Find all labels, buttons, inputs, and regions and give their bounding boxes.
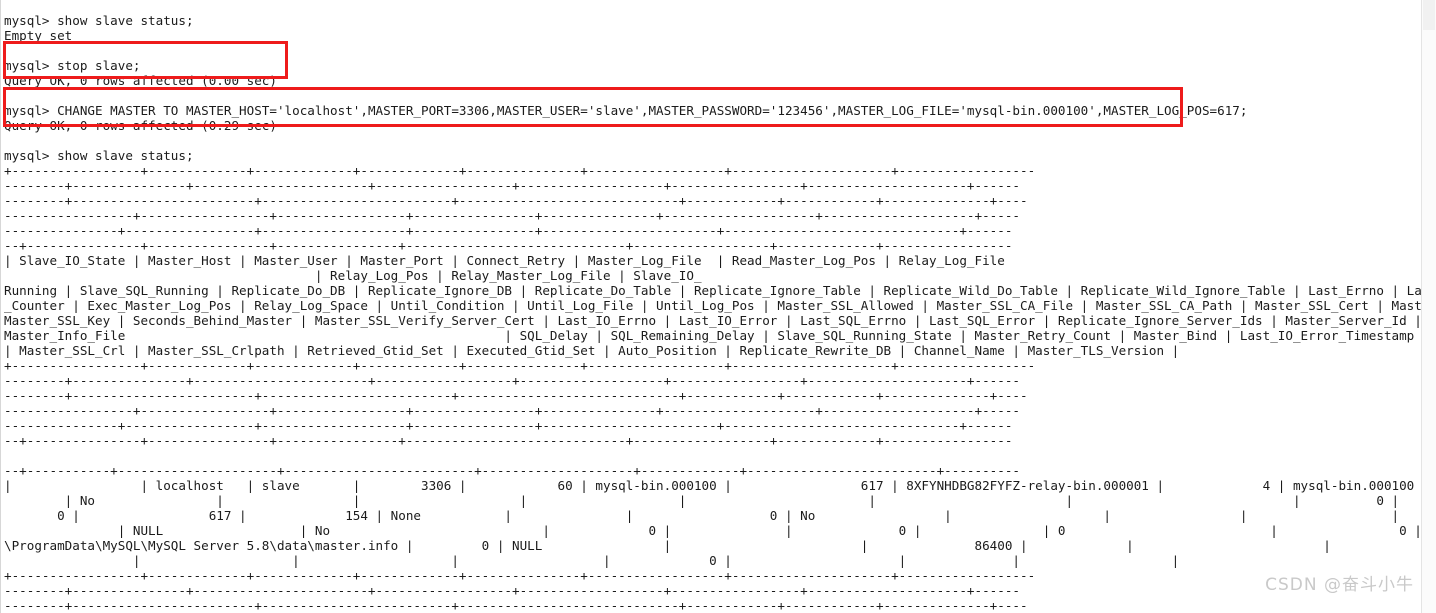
console-line: ---------------+-----------------+------… (4, 417, 1013, 433)
console-line: | NULL | No | 0 | | 0 | | 0 | 0 | | (4, 522, 1436, 538)
console-line: 0 | 617 | 154 | None | | 0 | No | | | | (4, 507, 1400, 523)
console-line: Master_Info_File | SQL_Delay | SQL_Remai… (4, 327, 1429, 343)
console-line: +-----------------+-------------+-------… (4, 357, 1036, 373)
console-line: --------+------------------------+------… (4, 597, 1028, 613)
page-left-rule (0, 0, 1, 613)
console-line: | Master_SSL_Crl | Master_SSL_Crlpath | … (4, 342, 1180, 358)
console-line: Master_SSL_Key | Seconds_Behind_Master |… (4, 312, 1436, 328)
console-line: mysql> stop slave; (4, 57, 141, 73)
console-line: +-----------------+-------------+-------… (4, 567, 1036, 583)
console-line: | No | | | | | | | 0 | | (64, 492, 1400, 508)
console-line: | | localhost | slave | 3306 | 60 | mysq… (4, 477, 1436, 493)
console-line: --------+------------------------+------… (4, 192, 1028, 208)
console-line: \ProgramData\MySQL\MySQL Server 5.8\data… (4, 537, 1331, 553)
console-line: ---------------+-----------------+------… (4, 222, 1013, 238)
console-line: --+-----------+---------------------+---… (4, 462, 1020, 478)
console-line: --------+---------------+---------------… (4, 582, 1020, 598)
console-line: | Slave_IO_State | Master_Host | Master_… (4, 252, 1005, 268)
console-line: mysql> show slave status; (4, 12, 194, 28)
console-line: --+---------------+----------------+----… (4, 432, 1013, 448)
console-line: _Counter | Exec_Master_Log_Pos | Relay_L… (4, 297, 1436, 313)
console-line: +-----------------+-------------+-------… (4, 162, 1036, 178)
console-line: --------+---------------+---------------… (4, 177, 1020, 193)
scrollbar-track[interactable] (1421, 0, 1436, 613)
mysql-console-output[interactable]: mysql> show slave status; Empty set mysql… (4, 12, 1436, 613)
scrollbar-thumb[interactable] (1423, 0, 1435, 30)
console-line: mysql> CHANGE MASTER TO MASTER_HOST='loc… (4, 102, 1248, 118)
console-line: Empty set (4, 27, 73, 43)
console-line: | Relay_Log_Pos | Relay_Master_Log_File … (4, 267, 702, 283)
console-line: Query OK, 0 rows affected (0.29 sec) (4, 117, 277, 133)
console-line: Query OK, 0 rows affected (0.00 sec) (4, 72, 277, 88)
csdn-watermark: CSDN @奋斗小牛 (1265, 575, 1414, 595)
console-line: --+---------------+----------------+----… (4, 237, 1013, 253)
console-line: mysql> show slave status; (4, 147, 194, 163)
console-line: -----------------+-----------------+----… (4, 207, 1020, 223)
console-line: -----------------+-----------------+----… (4, 402, 1020, 418)
console-line: | | | | 0 | | | | (4, 552, 1180, 568)
console-line: --------+------------------------+------… (4, 387, 1028, 403)
console-line: --------+---------------+---------------… (4, 372, 1020, 388)
terminal-screenshot: mysql> show slave status; Empty set mysql… (0, 0, 1436, 613)
console-line: Running | Slave_SQL_Running | Replicate_… (4, 282, 1436, 298)
